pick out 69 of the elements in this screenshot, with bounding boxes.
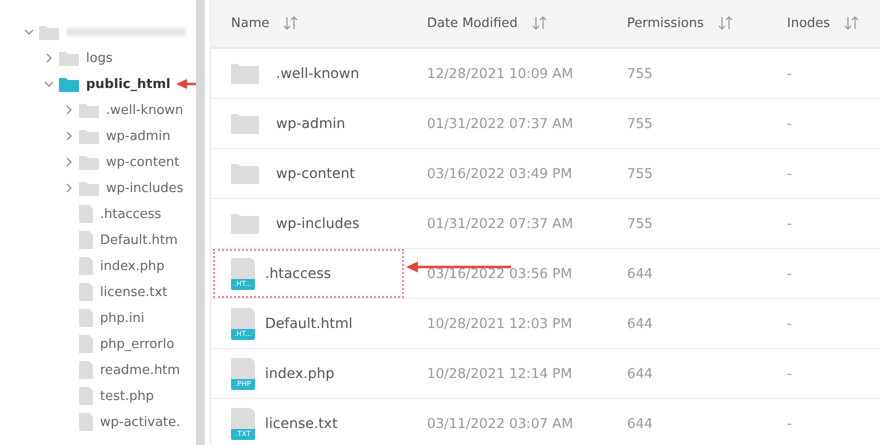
tree-item[interactable]: test.php	[100, 388, 154, 404]
file-icon	[79, 205, 93, 223]
file-icon	[79, 257, 93, 275]
tree-item[interactable]: wp-content	[106, 154, 180, 170]
file-icon	[79, 361, 93, 379]
tree-item[interactable]: .well-known	[106, 102, 184, 118]
folder-icon	[231, 113, 259, 134]
file-icon	[79, 231, 93, 249]
table-cell: 12/28/2021 10:09 AM	[427, 66, 574, 82]
scrollbar[interactable]	[196, 0, 205, 445]
table-cell: 03/16/2022 03:56 PM	[427, 266, 572, 282]
file-name[interactable]: Default.html	[265, 316, 352, 332]
column-header[interactable]: Name	[231, 16, 270, 31]
table-cell: -	[787, 266, 792, 282]
table-cell: -	[787, 66, 792, 82]
table-cell: 644	[627, 266, 653, 282]
table-cell: 644	[627, 366, 653, 382]
file-icon	[79, 283, 93, 301]
tree-item[interactable]: index.php	[100, 258, 164, 274]
file-name[interactable]: wp-content	[276, 166, 355, 182]
table-cell: -	[787, 166, 792, 182]
sort-icon	[283, 16, 298, 31]
file-icon	[79, 335, 93, 353]
table-cell: 03/11/2022 03:07 AM	[427, 416, 574, 432]
tree-item[interactable]: php_errorlo	[100, 336, 174, 352]
table-cell: 644	[627, 316, 653, 332]
column-header[interactable]: Inodes	[787, 16, 830, 31]
folder-icon	[231, 63, 259, 84]
column-header[interactable]: Date Modified	[427, 16, 518, 31]
table-cell: 01/31/2022 07:37 AM	[427, 116, 574, 132]
table-cell: -	[787, 216, 792, 232]
file-name[interactable]: index.php	[265, 366, 334, 382]
table-cell: 10/28/2021 12:03 PM	[427, 316, 572, 332]
file-name[interactable]: wp-includes	[276, 216, 360, 232]
tree-item[interactable]: logs	[86, 50, 113, 66]
file-name[interactable]: license.txt	[265, 416, 338, 432]
table-cell: -	[787, 416, 792, 432]
table-cell: -	[787, 316, 792, 332]
file-icon	[79, 309, 93, 327]
tree-item[interactable]: wp-includes	[106, 180, 184, 196]
table-cell: 03/16/2022 03:49 PM	[427, 166, 572, 182]
column-header[interactable]: Permissions	[627, 16, 704, 31]
tree-item[interactable]: Default.htm	[100, 232, 178, 248]
tree-item[interactable]: .htaccess	[100, 206, 162, 222]
table-cell: -	[787, 116, 792, 132]
table-cell: 644	[627, 416, 653, 432]
file-icon	[79, 387, 93, 405]
table-cell: 755	[627, 66, 653, 82]
sort-icon	[844, 16, 860, 31]
tree-item[interactable]: license.txt	[100, 284, 168, 300]
file-name[interactable]: .htaccess	[265, 266, 331, 282]
table-cell: 01/31/2022 07:37 AM	[427, 216, 574, 232]
sort-icon	[718, 16, 733, 31]
file-icon	[79, 413, 93, 431]
folder-icon	[231, 213, 259, 234]
sort-icon	[532, 16, 547, 31]
tree-item[interactable]: php.ini	[100, 310, 144, 326]
table-cell: 755	[627, 116, 653, 132]
file-name[interactable]: .well-known	[276, 66, 360, 82]
tree-item[interactable]: readme.htm	[100, 362, 180, 378]
tree-item[interactable]: wp-activate.	[100, 414, 180, 430]
file-name[interactable]: wp-admin	[276, 116, 346, 132]
folder-icon	[231, 163, 259, 184]
table-cell: 10/28/2021 12:14 PM	[427, 366, 572, 382]
table-cell: 755	[627, 216, 653, 232]
tree-item[interactable]: wp-admin	[106, 128, 170, 144]
table-cell: -	[787, 366, 792, 382]
tree-item[interactable]: public_html	[86, 76, 170, 92]
table-cell: 755	[627, 166, 653, 182]
